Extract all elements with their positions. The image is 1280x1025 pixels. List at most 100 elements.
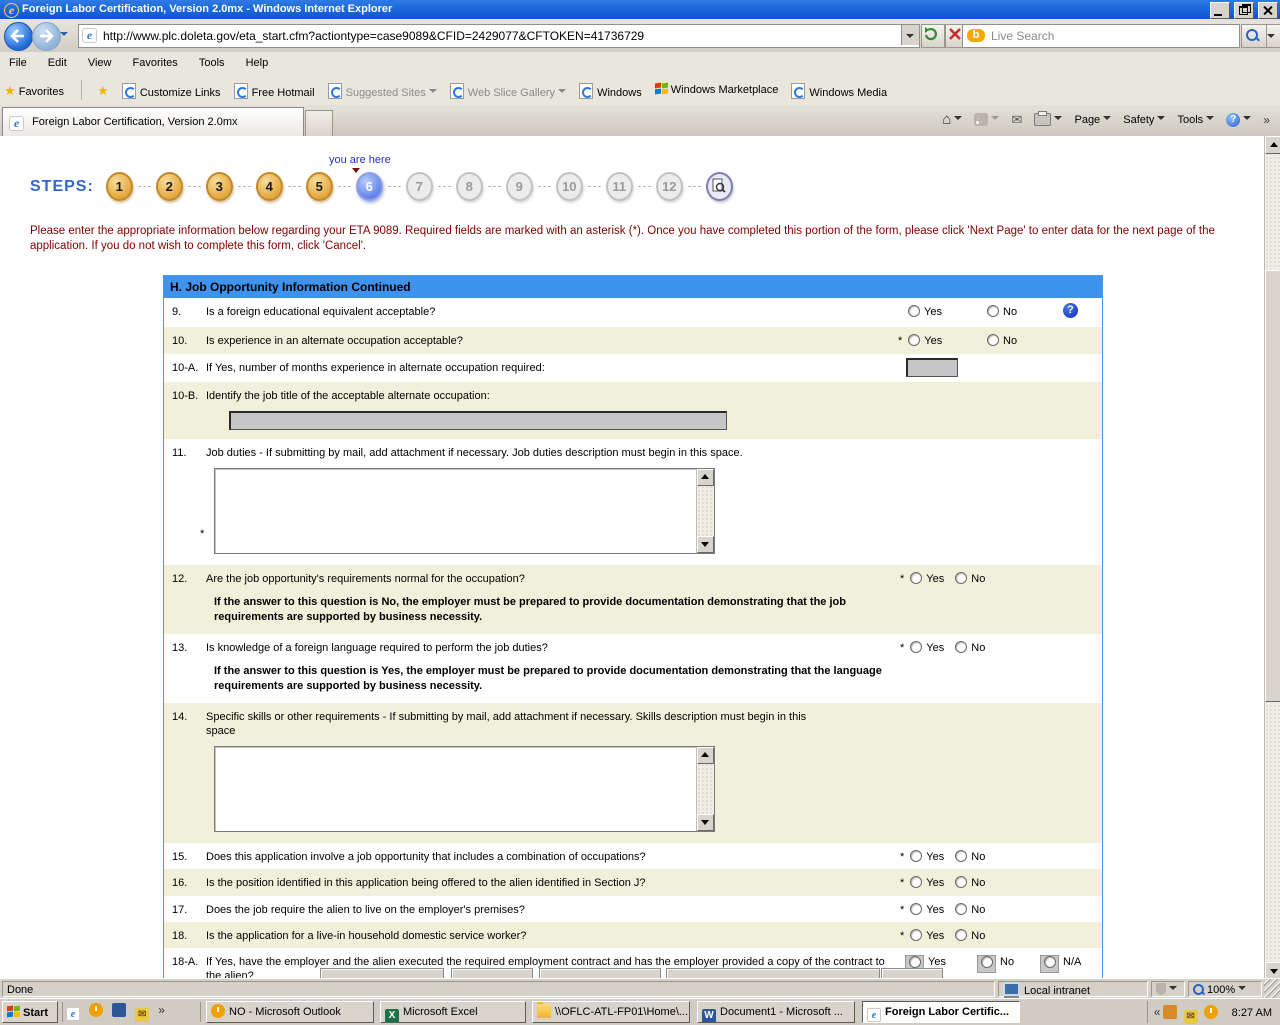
- zoom-control[interactable]: 100%: [1188, 981, 1262, 997]
- restore-button[interactable]: [1234, 2, 1254, 19]
- bottom-button-4[interactable]: [666, 968, 880, 978]
- step-4[interactable]: 4: [256, 172, 283, 201]
- protected-mode-button[interactable]: [1151, 981, 1185, 997]
- fav-link-customize-links[interactable]: Customize Links: [118, 75, 227, 99]
- fav-link-windows[interactable]: Windows: [575, 75, 648, 99]
- q10b-job-title-input[interactable]: [229, 411, 727, 430]
- q18-yes-radio[interactable]: [910, 929, 922, 941]
- q17-yes-radio[interactable]: [910, 903, 922, 915]
- menu-tools[interactable]: Tools: [190, 52, 234, 74]
- add-favorite-button[interactable]: ★: [93, 75, 115, 99]
- q13-yes-radio[interactable]: [910, 641, 922, 653]
- search-input[interactable]: b Live Search: [962, 24, 1240, 48]
- read-mail-icon[interactable]: ✉: [1011, 112, 1022, 128]
- menu-favorites[interactable]: Favorites: [124, 52, 187, 74]
- minimize-button[interactable]: [1210, 2, 1230, 19]
- q15-no-radio[interactable]: [955, 850, 967, 862]
- forward-button[interactable]: [32, 22, 61, 51]
- search-dropdown-button[interactable]: [1266, 24, 1280, 48]
- textarea-scrollbar[interactable]: [696, 747, 714, 831]
- bottom-button-1[interactable]: [320, 968, 444, 978]
- url-text[interactable]: http://www.plc.doleta.gov/eta_start.cfm?…: [103, 25, 644, 47]
- history-dropdown-icon[interactable]: [60, 32, 68, 40]
- tab-foreign-labor-certification[interactable]: e Foreign Labor Certification, Version 2…: [2, 107, 304, 136]
- q10-yes-radio[interactable]: [908, 334, 920, 346]
- scroll-up-icon[interactable]: [1265, 136, 1280, 154]
- q18-no-radio[interactable]: [955, 929, 967, 941]
- tools-menu-button[interactable]: Tools: [1178, 114, 1215, 126]
- print-icon[interactable]: [1034, 113, 1051, 126]
- scroll-up-icon[interactable]: [697, 747, 714, 764]
- url-dropdown-button[interactable]: [901, 25, 919, 45]
- close-button[interactable]: [1258, 2, 1278, 19]
- q18a-yes-radio[interactable]: [909, 956, 921, 968]
- step-1[interactable]: 1: [106, 172, 133, 201]
- tray-mail-icon[interactable]: ✉: [1184, 1010, 1198, 1024]
- q18a-na-radio[interactable]: [1044, 956, 1056, 968]
- q17-no-radio[interactable]: [955, 903, 967, 915]
- quick-launch-mail-icon[interactable]: ✉: [135, 1008, 149, 1022]
- home-icon[interactable]: ⌂: [942, 111, 951, 128]
- q9-help-icon[interactable]: ?: [1063, 303, 1078, 318]
- q16-yes-radio[interactable]: [910, 876, 922, 888]
- search-button[interactable]: [1241, 24, 1267, 48]
- q11-job-duties-textarea[interactable]: [214, 468, 715, 554]
- q13-no-radio[interactable]: [955, 641, 967, 653]
- tray-updates-icon[interactable]: [1163, 1005, 1177, 1019]
- scroll-down-icon[interactable]: [697, 536, 714, 553]
- q16-no-radio[interactable]: [955, 876, 967, 888]
- q9-no-radio[interactable]: [987, 305, 999, 317]
- vertical-scrollbar[interactable]: [1264, 136, 1280, 978]
- favorites-button[interactable]: ★ Favorites: [0, 75, 70, 99]
- url-field[interactable]: e http://www.plc.doleta.gov/eta_start.cf…: [78, 24, 920, 48]
- fav-link-suggested-sites[interactable]: Suggested Sites: [324, 75, 443, 99]
- q15-yes-radio[interactable]: [910, 850, 922, 862]
- quick-launch-app-icon[interactable]: [112, 1003, 126, 1017]
- q10a-months-input[interactable]: [906, 358, 958, 377]
- fav-link-web-slice-gallery[interactable]: Web Slice Gallery: [446, 75, 572, 99]
- q10-no-radio[interactable]: [987, 334, 999, 346]
- help-menu-icon[interactable]: ?: [1226, 113, 1240, 127]
- menu-view[interactable]: View: [79, 52, 121, 74]
- tray-clock-icon[interactable]: [1204, 1005, 1218, 1019]
- back-button[interactable]: [4, 22, 33, 51]
- menu-help[interactable]: Help: [237, 52, 278, 74]
- step-2[interactable]: 2: [156, 172, 183, 201]
- q9-yes-radio[interactable]: [908, 305, 920, 317]
- quick-launch-overflow-icon[interactable]: »: [158, 1003, 165, 1017]
- task-word[interactable]: WDocument1 - Microsoft ...: [697, 1001, 855, 1023]
- step-preview-icon[interactable]: [706, 172, 733, 201]
- step-3[interactable]: 3: [206, 172, 233, 201]
- home-dropdown-icon[interactable]: [954, 116, 962, 124]
- fav-link-windows-marketplace[interactable]: Windows Marketplace: [651, 75, 785, 96]
- help-dropdown-icon[interactable]: [1243, 116, 1251, 124]
- bottom-button-2[interactable]: [451, 968, 533, 978]
- task-explorer-folder[interactable]: \\OFLC-ATL-FP01\Home\...: [532, 1001, 690, 1023]
- fav-link-free-hotmail[interactable]: Free Hotmail: [230, 75, 321, 99]
- q12-yes-radio[interactable]: [910, 572, 922, 584]
- textarea-scrollbar[interactable]: [696, 469, 714, 553]
- task-outlook[interactable]: NO - Microsoft Outlook: [206, 1001, 374, 1023]
- task-ie-active[interactable]: eForeign Labor Certific...: [862, 1001, 1020, 1023]
- command-overflow-icon[interactable]: »: [1263, 113, 1270, 127]
- menu-file[interactable]: File: [0, 52, 36, 74]
- bottom-button-3[interactable]: [539, 968, 661, 978]
- tray-collapse-icon[interactable]: «: [1154, 1005, 1161, 1019]
- step-5[interactable]: 5: [306, 172, 333, 201]
- q12-no-radio[interactable]: [955, 572, 967, 584]
- menu-edit[interactable]: Edit: [39, 52, 76, 74]
- quick-launch-outlook-icon[interactable]: [89, 1003, 103, 1017]
- feeds-icon[interactable]: [974, 113, 988, 126]
- start-button[interactable]: Start: [2, 1001, 58, 1023]
- feeds-dropdown-icon[interactable]: [991, 116, 999, 124]
- fav-link-windows-media[interactable]: Windows Media: [787, 75, 893, 99]
- q18a-no-radio[interactable]: [981, 956, 993, 968]
- safety-menu-button[interactable]: Safety: [1123, 114, 1165, 126]
- resize-grip[interactable]: [1264, 979, 1280, 998]
- new-tab-button[interactable]: [305, 110, 333, 136]
- refresh-button[interactable]: [921, 24, 945, 48]
- scrollbar-thumb[interactable]: [1265, 270, 1280, 702]
- q14-skills-textarea[interactable]: [214, 746, 715, 832]
- quick-launch-ie-icon[interactable]: e: [66, 1007, 80, 1021]
- scroll-down-icon[interactable]: [697, 814, 714, 831]
